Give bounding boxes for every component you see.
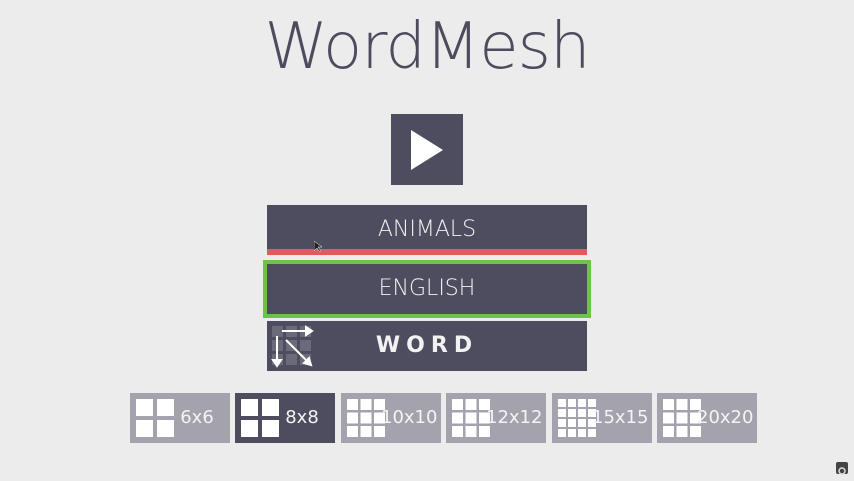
size-label: 15x15 [592,407,649,428]
size-button-10x10[interactable]: 10x10 [341,393,441,443]
grid-6x6-icon [136,399,174,437]
grid-8x8-icon [241,399,279,437]
size-button-8x8[interactable]: 8x8 [235,393,335,443]
grid-20x20-icon [663,399,701,437]
mouse-cursor-icon [314,241,322,253]
mode-button[interactable]: WORD [267,321,587,371]
size-button-15x15[interactable]: 15x15 [552,393,652,443]
size-label: 10x10 [381,407,438,428]
size-button-12x12[interactable]: 12x12 [446,393,546,443]
language-button[interactable]: ENGLISH [263,260,591,318]
grid-12x12-icon [452,399,490,437]
play-button[interactable] [391,114,463,185]
word-direction-icon [271,325,314,368]
mode-label: WORD [375,333,479,358]
grid-15x15-icon [558,399,596,437]
size-label: 20x20 [697,407,754,428]
settings-corner-icon[interactable] [836,462,848,475]
size-button-6x6[interactable]: 6x6 [130,393,230,443]
size-label: 6x6 [180,407,214,428]
size-button-20x20[interactable]: 20x20 [657,393,757,443]
size-label: 8x8 [285,407,319,428]
play-icon [411,130,443,170]
grid-10x10-icon [347,399,385,437]
app-title: WordMesh [264,10,591,84]
gear-icon [838,467,846,475]
size-label: 12x12 [486,407,543,428]
language-label: ENGLISH [378,276,476,301]
